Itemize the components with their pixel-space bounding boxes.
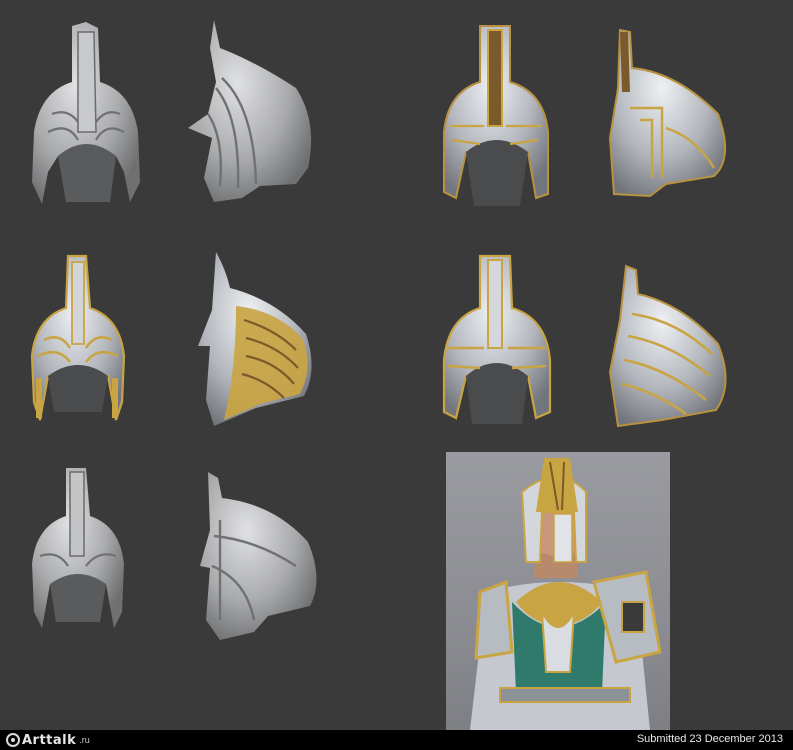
painted-helmet-side-top bbox=[606, 28, 734, 200]
logo-text: Arttalk bbox=[22, 732, 77, 748]
footer-bar: Arttalk .ru Submitted 23 December 2013 bbox=[0, 730, 793, 750]
gold-helmet-front bbox=[28, 252, 128, 424]
painted-helmet-front-top bbox=[440, 22, 552, 208]
painted-helmet-side-mid bbox=[606, 264, 734, 428]
clay-helmet-front-top bbox=[28, 22, 146, 208]
painted-helmet-front-mid bbox=[440, 252, 554, 428]
logo-mark-icon bbox=[6, 733, 20, 747]
gold-winged-helmet-side bbox=[196, 250, 318, 428]
clay-helmet-side-bottom bbox=[196, 470, 324, 642]
character-render bbox=[446, 452, 670, 730]
arttalk-logo[interactable]: Arttalk .ru bbox=[6, 732, 90, 748]
logo-suffix: .ru bbox=[79, 735, 90, 745]
clay-helmet-front-bottom bbox=[28, 466, 128, 632]
clay-helmet-side-top bbox=[184, 18, 320, 204]
submitted-date: Submitted 23 December 2013 bbox=[636, 733, 783, 745]
helmet-concept-sheet bbox=[0, 0, 793, 730]
